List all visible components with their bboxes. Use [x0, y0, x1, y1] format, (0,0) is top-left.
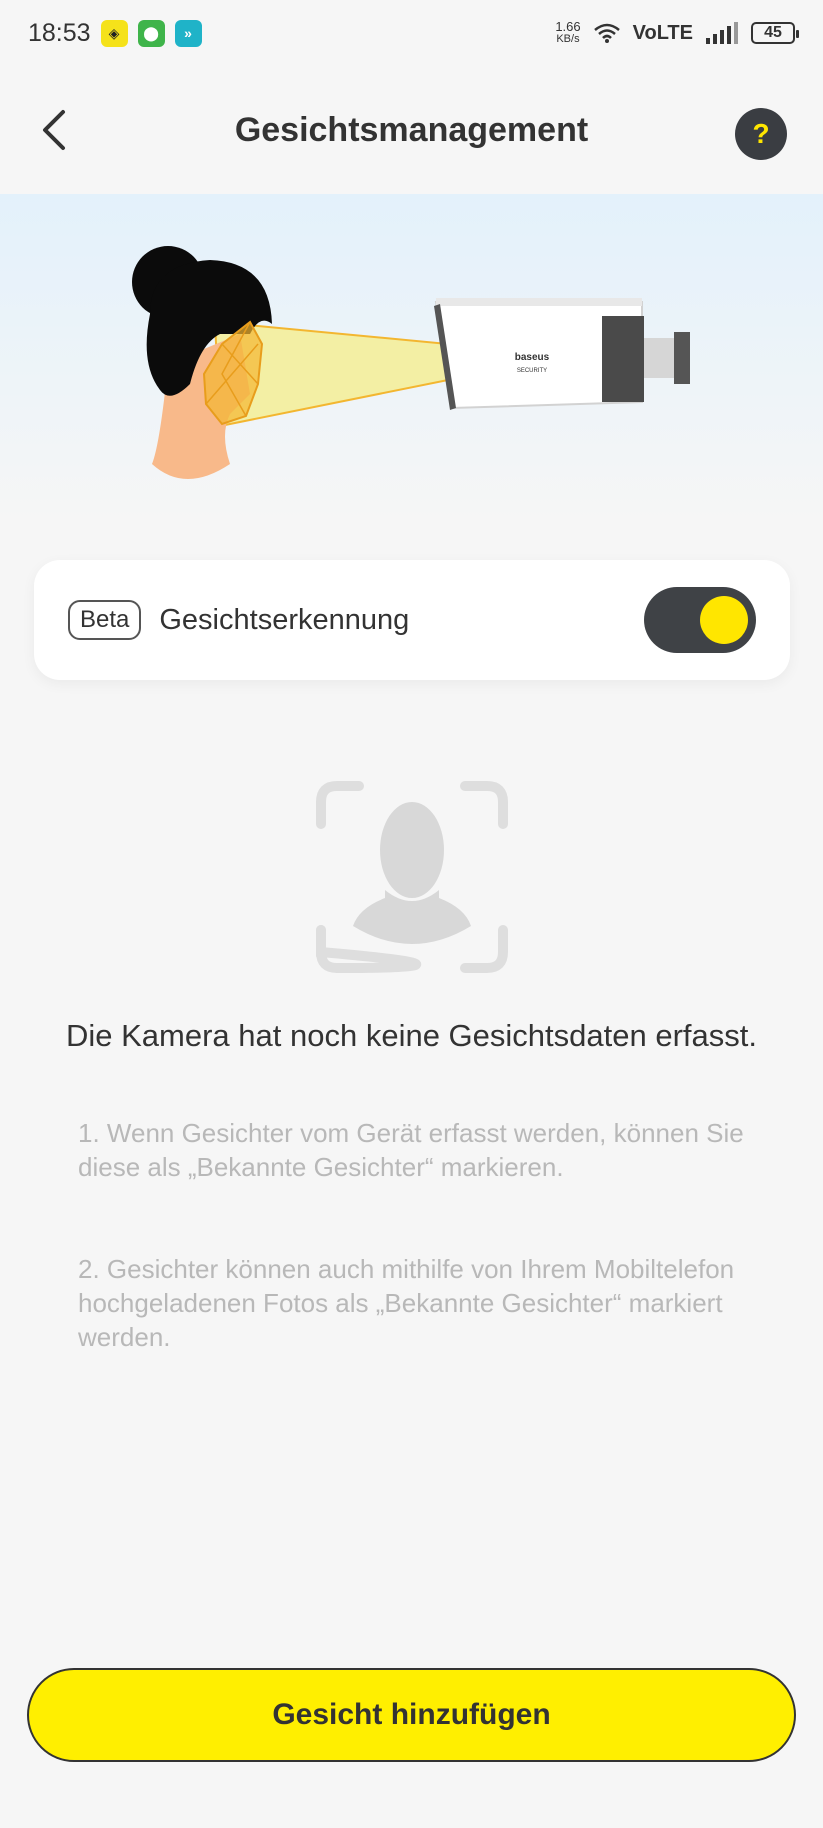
chevron-left-icon [43, 110, 65, 150]
network-type: VoLTE [632, 21, 693, 44]
face-recognition-illustration: baseus SECURITY [132, 246, 690, 479]
arrow-badge-icon: » [174, 19, 202, 47]
camera-subtitle: SECURITY [517, 368, 547, 374]
hint-text-2: 2. Gesichter können auch mithilfe von Ih… [78, 1254, 735, 1352]
status-right: 1.66 KB/s VoLTE 45 [555, 20, 799, 46]
net-speed-unit: KB/s [556, 33, 580, 45]
face-scan-placeholder-icon [316, 781, 508, 973]
vpn-badge-icon: ⬤ [137, 19, 165, 47]
net-speed: 1.66 KB/s [555, 20, 580, 46]
question-icon: ? [752, 118, 770, 149]
empty-state-title: Die Kamera hat noch keine Gesichtsdaten … [66, 1018, 757, 1053]
face-recognition-card: Beta Gesichtserkennung [34, 560, 790, 680]
toggle-knob [700, 596, 748, 644]
back-button[interactable] [30, 104, 78, 156]
beta-badge: Beta [68, 600, 142, 640]
page-title: Gesichtsmanagement [234, 110, 589, 149]
signal-icon [706, 22, 738, 44]
help-button[interactable]: ? [735, 108, 787, 160]
hero-illustration: baseus SECURITY [0, 194, 823, 524]
hint-text-1: 1. Wenn Gesichter vom Gerät erfasst werd… [78, 1118, 744, 1182]
face-recognition-toggle[interactable] [644, 587, 756, 653]
add-face-button-label: Gesicht hinzufügen [272, 1698, 551, 1731]
shield-badge-icon: ◈ [100, 19, 128, 47]
app-header: Gesichtsmanagement ? [0, 66, 823, 194]
add-face-button[interactable]: Gesicht hinzufügen [27, 1668, 796, 1762]
net-speed-value: 1.66 [555, 19, 581, 34]
status-bar: 18:53 ◈ ⬤ » 1.66 KB/s VoLTE 45 [0, 0, 823, 66]
wifi-icon [593, 23, 620, 43]
battery-indicator: 45 [751, 22, 799, 44]
status-time: 18:53 [28, 18, 91, 47]
status-left: 18:53 ◈ ⬤ » [28, 19, 202, 48]
camera-brand: baseus [515, 352, 550, 363]
face-recognition-label: Gesichtserkennung [159, 603, 410, 636]
